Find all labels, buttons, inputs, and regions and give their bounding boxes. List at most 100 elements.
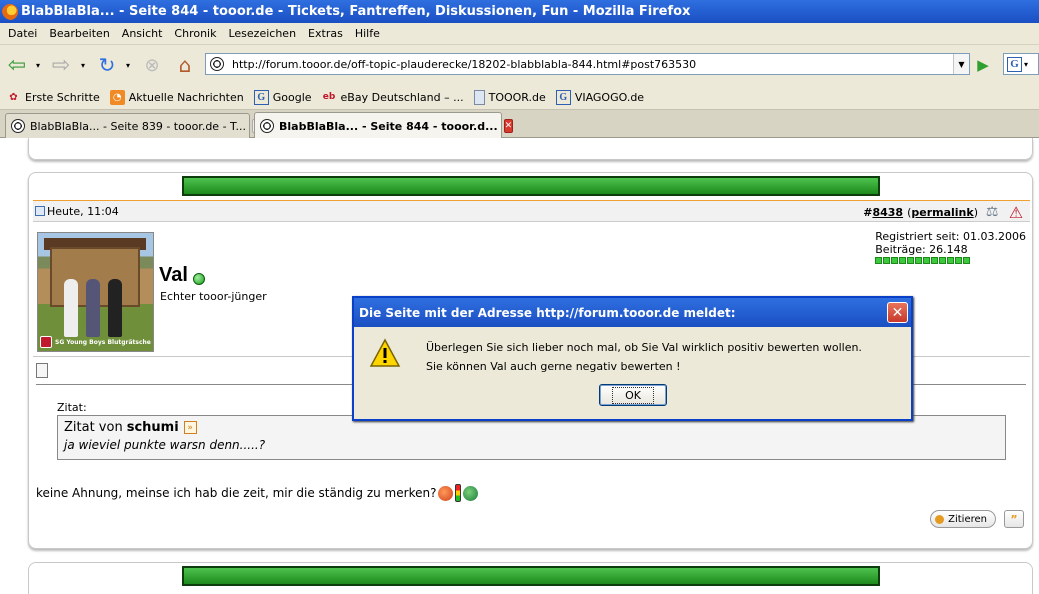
url-bar[interactable]: http://forum.tooor.de/off-topic-plaudere… [205,53,970,75]
soccer-ball-icon [260,119,274,133]
url-text[interactable]: http://forum.tooor.de/off-topic-plaudere… [232,58,696,71]
search-engine-box[interactable]: G ▾ [1003,53,1039,75]
window-titlebar: BlabBlaBla... - Seite 844 - tooor.de - T… [0,0,1039,23]
menu-lesezeichen[interactable]: Lesezeichen [222,27,302,40]
menu-datei[interactable]: Datei [2,27,43,40]
reload-button[interactable]: ↻ [94,50,120,80]
forward-button[interactable]: ⇨ [48,50,74,80]
post-message-text: keine Ahnung, meinse ich hab die zeit, m… [36,486,437,500]
bookmark-ebay[interactable]: eb eBay Deutschland – ... [322,90,464,105]
reputation-block [931,257,939,264]
post-date: Heute, 11:04 [47,204,119,218]
url-history-dropdown-icon[interactable]: ▼ [953,54,969,74]
tab-label: BlabBlaBla... - Seite 844 - tooor.d... [279,119,498,133]
forward-dropdown-icon[interactable]: ▾ [77,50,89,80]
bookmark-google[interactable]: G Google [253,89,312,105]
dialog-message-line2: Sie können Val auch gerne negativ bewert… [426,360,681,373]
tab-bar: BlabBlaBla... - Seite 839 - tooor.de - T… [0,110,1039,139]
google-icon: G [555,89,571,105]
warning-icon [369,338,401,367]
report-warning-icon[interactable]: ⚠ [1006,203,1026,222]
reputation-block [899,257,907,264]
menu-hilfe[interactable]: Hilfe [349,27,386,40]
user-avatar[interactable]: SG Young Boys Blutgrätsche [37,232,154,352]
ok-button-label: OK [612,386,654,404]
menu-bar: Datei Bearbeiten Ansicht Chronik Lesezei… [0,23,1039,45]
stop-button[interactable]: ⊗ [139,50,165,80]
username-text[interactable]: Val [159,264,188,287]
ok-button[interactable]: OK [599,384,667,406]
page-icon [473,89,485,105]
bookmark-label: VIAGOGO.de [574,90,645,104]
bookmark-erste-schritte[interactable]: ✿ Erste Schritte [6,90,99,105]
previous-post-end [28,138,1033,160]
online-status-icon [192,272,205,285]
post-number: #8438 [863,206,903,219]
menu-extras[interactable]: Extras [302,27,349,40]
avatar-person [64,279,78,337]
traffic-light-smiley-icon [455,484,462,502]
reputation-scale-icon[interactable]: ⚖ [982,203,1002,221]
username[interactable]: Val [159,264,205,287]
avatar-caption: SG Young Boys Blutgrätsche [40,335,152,349]
quote-author: schumi [126,420,179,435]
reputation-block [883,257,891,264]
quote-button-label: Zitieren [948,513,987,525]
google-icon: G [253,89,269,105]
smiley-icon [438,485,454,501]
bookmarks-toolbar: ✿ Erste Schritte ◔ Aktuelle Nachrichten … [0,85,1039,110]
permalink-wrapper: (permalink) [907,205,978,219]
google-search-icon[interactable]: G [1007,56,1022,72]
alert-dialog: Die Seite mit der Adresse http://forum.t… [352,296,913,421]
quote-icon [935,514,945,524]
bookmark-label: Aktuelle Nachrichten [128,90,244,104]
permalink-link[interactable]: permalink [911,206,973,219]
reputation-block [891,257,899,264]
post-message: keine Ahnung, meinse ich hab die zeit, m… [36,484,479,502]
go-button[interactable]: ▶ [973,55,993,75]
view-quoted-post-icon[interactable]: » [183,421,197,434]
smiley-icon [463,485,479,501]
post-status-icon [35,206,45,216]
reputation-block [915,257,923,264]
quote-button[interactable]: Zitieren [930,510,996,528]
avatar-caption-text: SG Young Boys Blutgrätsche [55,338,151,346]
home-button[interactable]: ⌂ [172,50,198,80]
menu-bearbeiten[interactable]: Bearbeiten [43,27,115,40]
tab-seite-844[interactable]: BlabBlaBla... - Seite 844 - tooor.d... ✕ [254,112,514,139]
dialog-message: Überlegen Sie sich lieber noch mal, ob S… [426,338,862,376]
ebay-icon: eb [322,92,336,102]
tab-seite-839[interactable]: BlabBlaBla... - Seite 839 - tooor.de - T… [5,113,262,138]
navigation-toolbar: ⇦ ▾ ⇨ ▾ ↻ ▾ ⊗ ⌂ http://forum.tooor.de/of… [0,45,1039,85]
rating-bar [182,566,880,586]
dialog-title: Die Seite mit der Adresse http://forum.t… [359,305,736,320]
back-dropdown-icon[interactable]: ▾ [32,50,44,80]
dialog-close-button[interactable]: ✕ [887,302,908,323]
bookmark-viagogo[interactable]: G VIAGOGO.de [555,89,645,105]
club-crest-icon [40,336,52,348]
search-engine-dropdown-icon[interactable]: ▾ [1024,60,1028,69]
quote-box: Zitat von schumi » ja wieviel punkte war… [57,415,1006,460]
post-count: Beiträge: 26.148 [875,243,968,256]
reputation-block [963,257,971,264]
tab-label: BlabBlaBla... - Seite 839 - tooor.de - T… [30,119,246,133]
menu-ansicht[interactable]: Ansicht [116,27,169,40]
next-forum-post [28,562,1033,594]
bookmark-label: TOOOR.de [488,90,546,104]
reload-dropdown-icon[interactable]: ▾ [122,50,134,80]
bookmark-label: Google [272,90,312,104]
multiquote-button[interactable]: ” [1004,510,1024,528]
post-number-link[interactable]: 8438 [872,206,903,219]
soccer-ball-icon [11,119,25,133]
quote-from-label: Zitat von [64,420,123,435]
back-button[interactable]: ⇦ [4,50,30,80]
rss-icon: ◔ [109,89,125,105]
tab-close-icon[interactable]: ✕ [503,119,514,133]
bookmark-aktuelle-nachrichten[interactable]: ◔ Aktuelle Nachrichten [109,89,244,105]
rating-bar [182,176,880,196]
site-favicon-icon [210,57,224,71]
avatar-person [86,279,100,337]
reputation-bar [875,257,1026,264]
menu-chronik[interactable]: Chronik [168,27,222,40]
bookmark-tooor[interactable]: TOOOR.de [473,89,546,105]
